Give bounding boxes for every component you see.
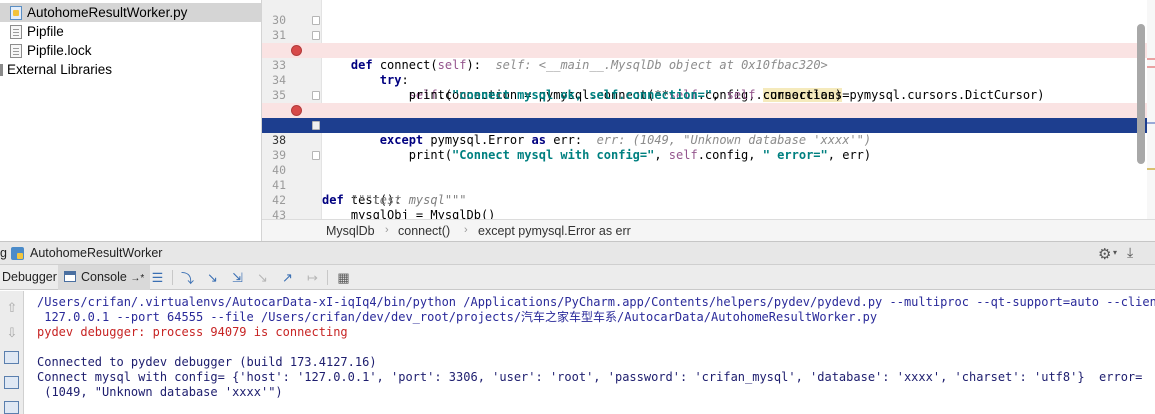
step-over-icon[interactable]: ⤵ [179,269,196,286]
up-arrow-icon[interactable]: ⇧ [3,300,21,316]
stripe-marker[interactable] [1147,66,1155,68]
tree-item-label: AutohomeResultWorker.py [27,5,188,20]
tree-item-autohome-result-worker[interactable]: AutohomeResultWorker.py [0,3,261,22]
tab-console-suffix: →* [130,273,145,284]
python-file-icon [10,5,22,20]
code-line-breakpoint[interactable]: 37 print("Connect mysql with config=", s… [262,103,1155,162]
force-step-into-icon[interactable]: ↘ [254,269,271,286]
console-side-toolbar: ⇧ ⇩ [0,291,24,414]
code-line[interactable]: 36 except pymysql.Error as err: err: (10… [262,88,1155,147]
breadcrumb-item[interactable]: MysqlDb [326,224,375,238]
scroll-to-end-icon[interactable] [4,376,19,389]
console-output[interactable]: /Users/crifan/.virtualenvs/AutocarData-x… [24,291,1155,414]
tab-console[interactable]: Console →* [58,265,151,290]
file-icon [10,24,22,39]
tree-item-pipfile[interactable]: Pipfile [0,22,64,41]
fold-icon[interactable] [312,31,320,40]
project-tree: AutohomeResultWorker.py Pipfile Pipfile.… [0,0,262,241]
step-into-icon[interactable]: ↘ [204,269,221,286]
breadcrumb-separator: › [385,224,389,236]
print-icon[interactable] [4,401,19,414]
console-line[interactable]: 127.0.0.1 --port 64555 --file /Users/cri… [37,310,877,325]
code-line[interactable]: 40 def test(): [262,148,1155,207]
console-icon [64,271,76,282]
fold-icon[interactable] [312,16,320,25]
tree-item-external-libraries[interactable]: External Libraries [0,60,112,79]
console-line: pydev debugger: process 94079 is connect… [37,325,348,339]
debug-toolbar: Debugger Console →* ☰ ⤵ ↘ ⇲ ↘ ↗ ↦ ▦ [0,265,1155,290]
code-line[interactable]: 34 print("connect mysql ok, self.connect… [262,58,1155,102]
tree-item-label: Pipfile [27,24,64,39]
code-line[interactable]: 30 [262,0,1155,27]
gear-icon[interactable]: ⚙ [1098,245,1111,263]
code-line[interactable]: 42 mysqlObj = MysqlDb() [262,178,1155,222]
console-line: Connected to pydev debugger (build 173.4… [37,355,377,369]
breadcrumb-separator: › [464,224,468,236]
breadcrumb: MysqlDb › connect() › except pymysql.Err… [262,219,1155,241]
down-arrow-icon[interactable]: ⇩ [3,325,21,341]
fold-icon[interactable] [312,151,320,160]
breakpoint-icon[interactable] [291,105,302,116]
breadcrumb-item[interactable]: except pymysql.Error as err [478,224,631,238]
code-line[interactable]: 44 [262,208,1155,219]
code-editor[interactable]: 30 31 def connect(self): self: <__main__… [262,0,1155,241]
python-run-config-icon [11,247,24,260]
file-icon [10,43,22,58]
toolbar-separator [172,270,173,285]
hide-panel-icon[interactable]: ⤓ [1127,244,1133,261]
code-line-breakpoint[interactable]: 33 self.connection = pymysql.connect(**s… [262,43,1155,102]
stripe-marker[interactable] [1147,168,1155,170]
tree-item-pipfile-lock[interactable]: Pipfile.lock [0,41,92,60]
soft-wrap-icon[interactable] [4,351,19,364]
editor-scrollbar[interactable] [1136,0,1147,219]
tree-item-label: Pipfile.lock [27,43,92,58]
fold-icon[interactable] [312,121,320,130]
tab-console-label: Console [81,270,127,284]
console-line[interactable]: /Users/crifan/.virtualenvs/AutocarData-x… [37,295,1155,310]
stripe-marker[interactable] [1147,58,1155,60]
evaluate-expression-icon[interactable]: ▦ [335,269,352,286]
code-line-execution-point[interactable]: 38 return False [262,118,1155,177]
library-icon [0,63,3,76]
error-stripe[interactable] [1147,0,1155,219]
debug-title-prefix: g [0,246,7,260]
code-line[interactable]: 43 print("mysqlObj=", mysqlObj) [262,193,1155,237]
toolbar-separator [327,270,328,285]
tree-item-label: External Libraries [7,62,113,77]
console-line: Connect mysql with config= {'host': '127… [37,370,1143,384]
step-into-my-code-icon[interactable]: ⇲ [229,269,246,286]
code-line[interactable]: 41 """test mysql""" [262,163,1155,207]
debug-session-tab[interactable]: AutohomeResultWorker [30,246,162,260]
fold-icon[interactable] [312,91,320,100]
tab-debugger-label: Debugger [2,270,57,284]
code-line[interactable]: 35 return True [262,73,1155,117]
debug-tool-window-header: g AutohomeResultWorker ⚙ ▾ ⤓ [0,241,1155,265]
tab-debugger[interactable]: Debugger [0,265,61,290]
scrollbar-thumb[interactable] [1137,24,1145,164]
breadcrumb-item[interactable]: connect() [398,224,450,238]
chevron-down-icon[interactable]: ▾ [1113,248,1117,257]
console-line: (1049, "Unknown database 'xxxx'") [37,385,283,399]
code-line[interactable]: 39 [262,133,1155,162]
breakpoint-icon[interactable] [291,45,302,56]
step-out-icon[interactable]: ↗ [279,269,296,286]
show-execution-point-icon[interactable]: ☰ [149,269,166,286]
run-to-cursor-icon[interactable]: ↦ [304,269,321,286]
stripe-marker[interactable] [1147,122,1155,124]
code-line[interactable]: 32 try: [262,28,1155,87]
code-line[interactable]: 31 def connect(self): self: <__main__.My… [262,13,1155,72]
